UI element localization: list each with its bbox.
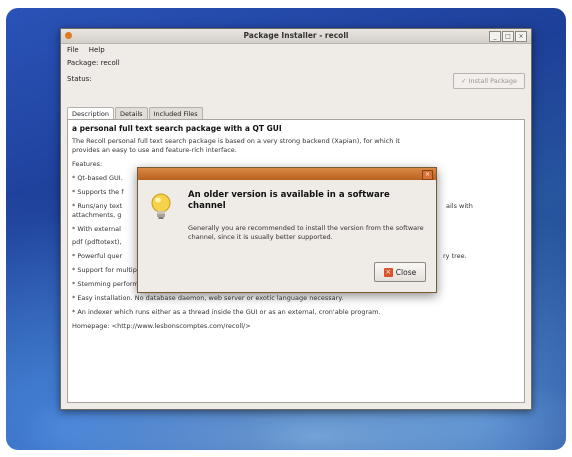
description-line: * An indexer which runs either as a thre… (72, 308, 381, 316)
install-package-button[interactable]: ✓ Install Package (453, 73, 525, 89)
description-line: * With external (72, 225, 121, 233)
description-line: * Runs/any text (72, 202, 123, 210)
install-package-label: Install Package (468, 77, 518, 85)
description-line: attachments, g (72, 211, 122, 219)
description-fragment: ry tree. (443, 252, 467, 260)
menu-file[interactable]: File (67, 46, 79, 54)
description-line: * Supports the f (72, 188, 124, 196)
description-fragment: ails with (446, 202, 473, 210)
description-heading: a personal full text search package with… (72, 124, 282, 133)
dialog-close-icon[interactable]: × (422, 170, 433, 180)
description-line: The Recoll personal full text search pac… (72, 137, 400, 145)
window-controls: _ □ × (489, 31, 527, 42)
description-line: Features: (72, 160, 103, 168)
dialog-message: Generally you are recommended to install… (188, 224, 424, 241)
title-bar[interactable]: Package Installer - recoll _ □ × (61, 29, 531, 44)
menu-help[interactable]: Help (89, 46, 105, 54)
maximize-button[interactable]: □ (502, 31, 514, 42)
status-label: Status: (67, 75, 92, 83)
close-button[interactable]: × Close (374, 262, 426, 282)
homepage-line: Homepage: <http://www.lesbonscomptes.com… (72, 322, 251, 330)
dialog-title-bar[interactable]: × (138, 168, 436, 180)
minimize-button[interactable]: _ (489, 31, 501, 42)
package-row: Package: recoll (67, 59, 120, 67)
close-window-button[interactable]: × (515, 31, 527, 42)
description-line: provides an easy to use and feature-rich… (72, 146, 237, 154)
dialog-heading: An older version is available in a softw… (188, 190, 390, 211)
screenshot-frame: Package Installer - recoll _ □ × File He… (0, 0, 572, 457)
close-button-label: Close (395, 267, 417, 277)
status-row: Status: (67, 75, 92, 83)
description-line: * Easy installation. No database daemon,… (72, 294, 344, 302)
menu-bar: File Help (61, 44, 531, 55)
lightbulb-icon (150, 192, 172, 226)
package-label: Package: (67, 59, 99, 67)
older-version-dialog: × An older version is available in a sof… (137, 167, 437, 293)
window-title: Package Installer - recoll (243, 31, 349, 40)
check-icon: ✓ (460, 77, 467, 85)
close-icon: × (383, 267, 393, 277)
package-value: recoll (100, 59, 120, 67)
description-line: * Powerful quer (72, 252, 123, 260)
description-line: * Qt-based GUI. (72, 174, 123, 182)
description-line: pdf (pdftotext), (72, 238, 122, 246)
